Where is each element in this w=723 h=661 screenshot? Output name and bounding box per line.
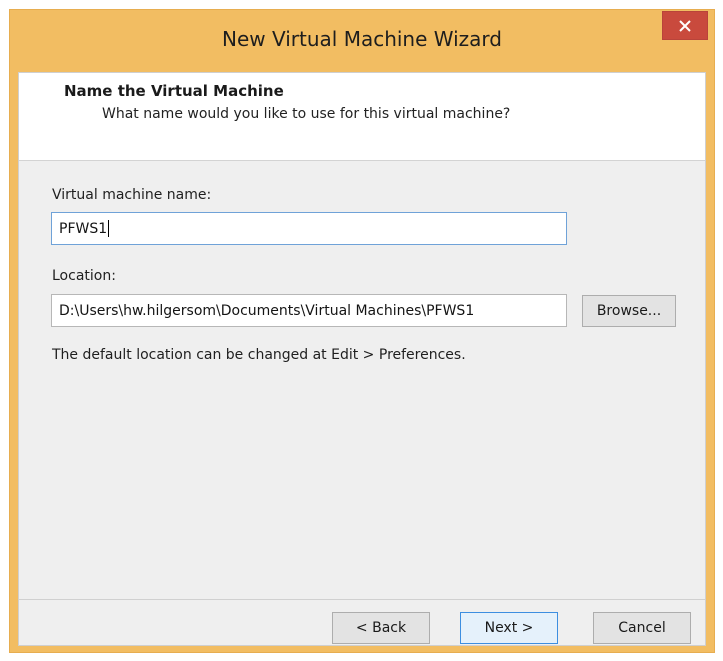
- location-value: D:\Users\hw.hilgersom\Documents\Virtual …: [59, 302, 475, 319]
- text-caret: [108, 220, 110, 237]
- next-button[interactable]: Next >: [460, 612, 558, 644]
- cancel-button[interactable]: Cancel: [593, 612, 691, 644]
- wizard-window: New Virtual Machine Wizard Name the Virt…: [9, 9, 715, 653]
- page-subtitle: What name would you like to use for this…: [102, 106, 511, 122]
- location-input[interactable]: D:\Users\hw.hilgersom\Documents\Virtual …: [51, 294, 567, 327]
- location-label: Location:: [52, 268, 116, 284]
- page-title: Name the Virtual Machine: [64, 82, 284, 100]
- browse-button[interactable]: Browse...: [582, 295, 676, 327]
- close-button[interactable]: [662, 11, 708, 40]
- window-title: New Virtual Machine Wizard: [222, 27, 502, 51]
- wizard-header: Name the Virtual Machine What name would…: [19, 73, 705, 161]
- vm-name-value: PFWS1: [59, 220, 108, 237]
- footer-divider: [19, 599, 705, 600]
- location-hint: The default location can be changed at E…: [52, 347, 466, 363]
- title-bar[interactable]: New Virtual Machine Wizard: [10, 10, 714, 72]
- wizard-body: Name the Virtual Machine What name would…: [18, 72, 706, 646]
- vm-name-label: Virtual machine name:: [52, 187, 212, 203]
- vm-name-input[interactable]: PFWS1: [51, 212, 567, 245]
- back-button[interactable]: < Back: [332, 612, 430, 644]
- close-icon: [679, 19, 691, 32]
